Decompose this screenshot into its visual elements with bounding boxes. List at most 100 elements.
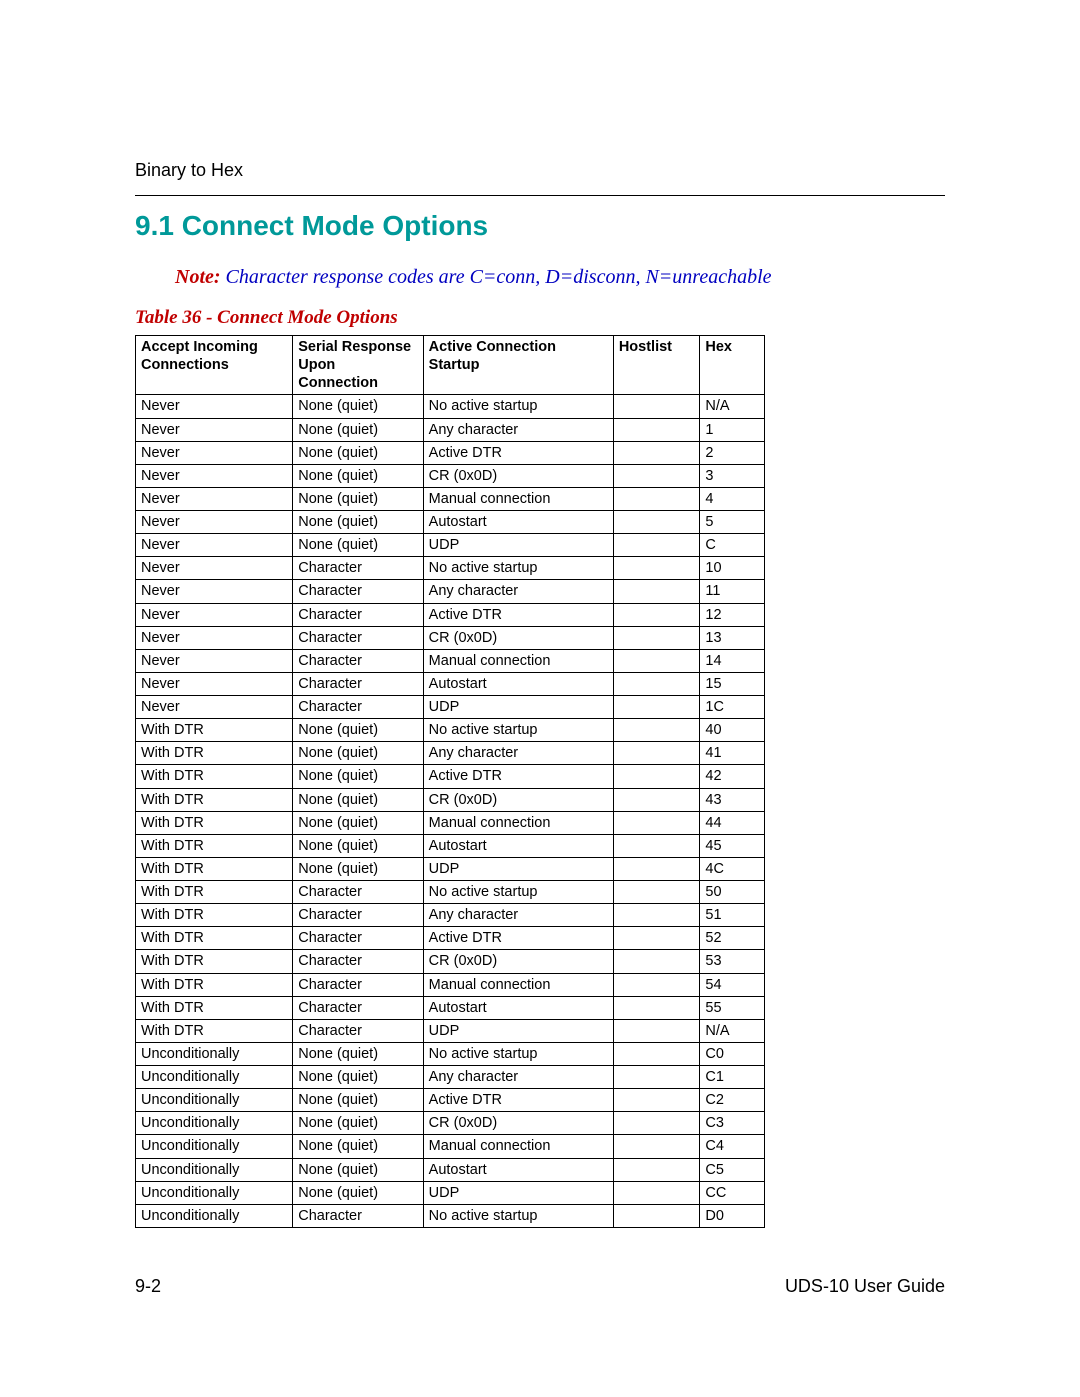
cell-hostlist (613, 464, 700, 487)
cell-hex: CC (700, 1181, 765, 1204)
page: Binary to Hex 9.1 Connect Mode Options N… (0, 0, 1080, 1397)
cell-serial: None (quiet) (293, 464, 423, 487)
cell-serial: Character (293, 672, 423, 695)
th-accept: Accept Incoming Connections (136, 336, 293, 395)
cell-accept: Never (136, 511, 293, 534)
cell-startup: Autostart (423, 672, 613, 695)
cell-accept: Never (136, 557, 293, 580)
cell-startup: Manual connection (423, 649, 613, 672)
cell-startup: No active startup (423, 557, 613, 580)
cell-hex: 40 (700, 719, 765, 742)
cell-accept: Unconditionally (136, 1204, 293, 1227)
cell-hex: 12 (700, 603, 765, 626)
cell-hex: C4 (700, 1135, 765, 1158)
table-row: UnconditionallyNone (quiet)Any character… (136, 1066, 765, 1089)
cell-hex: D0 (700, 1204, 765, 1227)
cell-serial: None (quiet) (293, 719, 423, 742)
cell-hostlist (613, 1135, 700, 1158)
note-text: Character response codes are C=conn, D=d… (221, 266, 772, 288)
cell-accept: Never (136, 441, 293, 464)
cell-hex: 53 (700, 950, 765, 973)
cell-hostlist (613, 834, 700, 857)
cell-hostlist (613, 418, 700, 441)
table-row: NeverCharacterUDP1C (136, 696, 765, 719)
cell-accept: With DTR (136, 719, 293, 742)
cell-startup: CR (0x0D) (423, 788, 613, 811)
cell-accept: Unconditionally (136, 1158, 293, 1181)
table-row: With DTRCharacterUDPN/A (136, 1019, 765, 1042)
table-row: With DTRNone (quiet)No active startup 40 (136, 719, 765, 742)
table-body: NeverNone (quiet)No active startupN/A Nev… (136, 395, 765, 1228)
cell-serial: Character (293, 904, 423, 927)
cell-accept: With DTR (136, 857, 293, 880)
cell-hex: 51 (700, 904, 765, 927)
th-hex: Hex (700, 336, 765, 395)
cell-hex: C5 (700, 1158, 765, 1181)
cell-hostlist (613, 996, 700, 1019)
cell-hex: C2 (700, 1089, 765, 1112)
cell-startup: UDP (423, 857, 613, 880)
cell-hex: 11 (700, 580, 765, 603)
table-row: NeverCharacterActive DTR12 (136, 603, 765, 626)
cell-hostlist (613, 534, 700, 557)
cell-hostlist (613, 1089, 700, 1112)
table-row: With DTRCharacterCR (0x0D)53 (136, 950, 765, 973)
table-row: UnconditionallyNone (quiet)AutostartC5 (136, 1158, 765, 1181)
cell-serial: Character (293, 1204, 423, 1227)
cell-startup: Manual connection (423, 487, 613, 510)
cell-serial: Character (293, 950, 423, 973)
cell-serial: Character (293, 927, 423, 950)
th-hostlist: Hostlist (613, 336, 700, 395)
cell-startup: Autostart (423, 511, 613, 534)
table-row: NeverNone (quiet)No active startupN/A (136, 395, 765, 418)
table-row: NeverCharacterAny character11 (136, 580, 765, 603)
page-footer: 9-2 UDS-10 User Guide (135, 1276, 945, 1297)
cell-serial: Character (293, 973, 423, 996)
table-row: NeverNone (quiet)Active DTR2 (136, 441, 765, 464)
cell-hex: 4C (700, 857, 765, 880)
table-row: With DTRCharacterAutostart55 (136, 996, 765, 1019)
cell-accept: With DTR (136, 834, 293, 857)
cell-startup: Autostart (423, 834, 613, 857)
cell-startup: UDP (423, 1181, 613, 1204)
cell-hostlist (613, 626, 700, 649)
footer-page-number: 9-2 (135, 1276, 161, 1297)
cell-accept: With DTR (136, 904, 293, 927)
cell-hostlist (613, 696, 700, 719)
cell-hex: C1 (700, 1066, 765, 1089)
cell-serial: None (quiet) (293, 1181, 423, 1204)
cell-serial: None (quiet) (293, 742, 423, 765)
cell-hostlist (613, 1019, 700, 1042)
cell-serial: Character (293, 557, 423, 580)
cell-accept: Unconditionally (136, 1042, 293, 1065)
cell-hostlist (613, 1066, 700, 1089)
cell-hostlist (613, 881, 700, 904)
cell-hex: 52 (700, 927, 765, 950)
table-row: NeverNone (quiet)UDPC (136, 534, 765, 557)
cell-hostlist (613, 649, 700, 672)
th-startup: Active Connection Startup (423, 336, 613, 395)
cell-hex: 45 (700, 834, 765, 857)
table-row: With DTRNone (quiet)UDP4C (136, 857, 765, 880)
cell-hex: 44 (700, 811, 765, 834)
cell-serial: None (quiet) (293, 1158, 423, 1181)
cell-startup: Active DTR (423, 441, 613, 464)
cell-accept: Unconditionally (136, 1112, 293, 1135)
cell-hostlist (613, 742, 700, 765)
table-row: NeverCharacterManual connection14 (136, 649, 765, 672)
cell-hex: 5 (700, 511, 765, 534)
cell-serial: None (quiet) (293, 1066, 423, 1089)
cell-hostlist (613, 1181, 700, 1204)
cell-startup: No active startup (423, 719, 613, 742)
cell-hostlist (613, 973, 700, 996)
cell-hostlist (613, 603, 700, 626)
cell-hostlist (613, 580, 700, 603)
cell-accept: With DTR (136, 996, 293, 1019)
table-row: With DTRNone (quiet)Autostart45 (136, 834, 765, 857)
cell-hex: C3 (700, 1112, 765, 1135)
cell-startup: Any character (423, 418, 613, 441)
table-row: With DTRCharacterAny character51 (136, 904, 765, 927)
cell-hostlist (613, 857, 700, 880)
note: Note: Character response codes are C=con… (175, 266, 945, 289)
cell-serial: Character (293, 603, 423, 626)
